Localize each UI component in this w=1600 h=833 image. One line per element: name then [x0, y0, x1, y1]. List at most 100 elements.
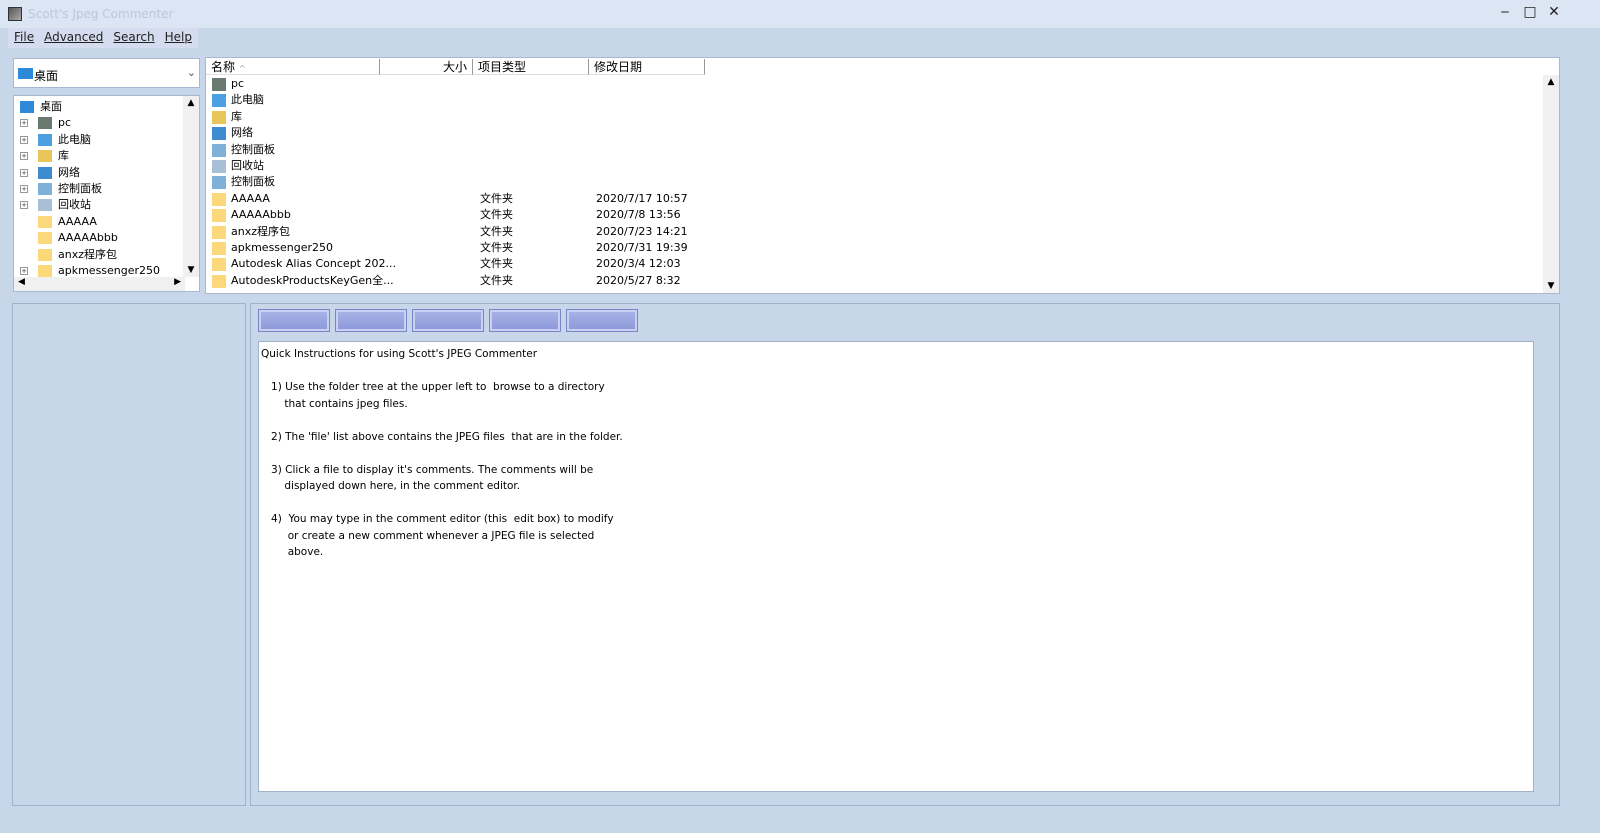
- control-panel-icon: [38, 183, 52, 195]
- file-row[interactable]: 此电脑: [206, 92, 1546, 108]
- file-row[interactable]: apkmessenger250 文件夹 2020/7/31 19:39: [206, 240, 1546, 256]
- file-name: anxz程序包: [231, 224, 290, 238]
- file-type: 文件夹: [480, 273, 513, 287]
- tree-item-label: AAAAA: [58, 214, 97, 228]
- file-date: 2020/3/4 12:03: [596, 257, 681, 271]
- recycle-bin-icon: [38, 199, 52, 212]
- column-header-size[interactable]: 大小: [380, 59, 473, 75]
- expand-icon[interactable]: +: [20, 135, 28, 144]
- computer-icon: [212, 94, 226, 108]
- menu-search[interactable]: Search: [113, 28, 154, 48]
- column-header-name[interactable]: 名称 ^: [206, 59, 380, 75]
- minimize-button[interactable]: ‒: [1494, 4, 1516, 20]
- location-combo[interactable]: 桌面 ⌄: [13, 58, 200, 88]
- expand-icon[interactable]: +: [20, 185, 28, 193]
- tree-item-label: 此电脑: [58, 132, 91, 146]
- menu-file[interactable]: File: [14, 28, 34, 48]
- file-name: pc: [231, 77, 245, 90]
- file-list[interactable]: 名称 ^ 大小 项目类型 修改日期 ▲ ▼ pc 此电脑库网络 控制面板 回收站 控制面…: [205, 57, 1560, 294]
- column-label: 修改日期: [594, 60, 643, 74]
- file-row[interactable]: Autodesk Alias Concept 202... 文件夹 2020/3/4…: [206, 256, 1546, 272]
- app-icon: [8, 7, 22, 21]
- control-panel-icon: [212, 176, 226, 190]
- expand-icon[interactable]: +: [20, 201, 28, 210]
- file-row[interactable]: 控制面板: [206, 174, 1546, 190]
- close-button[interactable]: ✕: [1543, 4, 1565, 20]
- file-date: 2020/7/17 10:57: [596, 191, 688, 205]
- file-name: apkmessenger250: [231, 241, 334, 254]
- file-type: 文件夹: [480, 208, 513, 222]
- sort-icon: ^: [238, 64, 246, 73]
- column-label: 名称: [211, 60, 236, 74]
- scroll-down-icon[interactable]: ▼: [183, 265, 199, 275]
- scroll-right-icon[interactable]: ▶: [174, 277, 181, 287]
- toolbar-button-2[interactable]: [335, 309, 407, 332]
- file-name: 控制面板: [231, 142, 275, 156]
- window-title: Scott's Jpeg Commenter: [28, 7, 174, 21]
- computer-icon: [38, 133, 52, 146]
- file-name: 网络: [231, 126, 253, 140]
- toolbar-button-1[interactable]: [258, 309, 330, 332]
- tree-item-label: AAAAAbbb: [58, 231, 118, 245]
- folder-icon: [38, 215, 52, 228]
- network-icon: [38, 166, 52, 179]
- file-name: AAAAA: [231, 191, 270, 205]
- file-row[interactable]: AAAAAbbb 文件夹 2020/7/8 13:56: [206, 207, 1546, 223]
- file-row[interactable]: AAAAA 文件夹 2020/7/17 10:57: [206, 191, 1546, 207]
- tree-vertical-scrollbar[interactable]: ▲ ▼: [183, 96, 199, 277]
- library-icon: [38, 150, 52, 163]
- column-label: 大小: [442, 60, 467, 74]
- title-bar: Scott's Jpeg Commenter ‒ □ ✕: [0, 0, 1600, 28]
- file-row[interactable]: anxz程序包 文件夹 2020/7/23 14:21: [206, 224, 1546, 240]
- folder-icon: [38, 265, 52, 277]
- network-icon: [212, 127, 226, 141]
- expand-icon[interactable]: +: [20, 267, 28, 275]
- folder-tree[interactable]: ▲ ▼ ◀ ▶ 桌面 + pc + 此电脑 + 库 + 网络 + 控制面板 + 回收站 AAAAA AAAA…: [13, 95, 200, 292]
- file-type: 文件夹: [480, 241, 513, 254]
- folder-icon: [38, 248, 52, 261]
- left-panel: [12, 303, 246, 806]
- file-name: Autodesk Alias Concept 202...: [231, 257, 396, 271]
- column-header-date[interactable]: 修改日期: [589, 59, 705, 75]
- file-row[interactable]: AutodeskProductsKeyGen全... 文件夹 2020/5/27 8…: [206, 273, 1546, 289]
- file-row[interactable]: 库: [206, 109, 1546, 125]
- folder-icon: [212, 258, 226, 272]
- toolbar-button-3[interactable]: [412, 309, 484, 332]
- column-label: 项目类型: [478, 60, 527, 74]
- tree-item-label: 库: [58, 149, 69, 163]
- expand-icon[interactable]: +: [20, 119, 28, 128]
- folder-icon: [212, 209, 226, 223]
- scroll-up-icon[interactable]: ▲: [183, 98, 199, 108]
- folder-icon: [212, 274, 226, 288]
- control-panel-icon: [212, 143, 226, 157]
- toolbar-button-4[interactable]: [489, 309, 561, 332]
- file-row[interactable]: 网络: [206, 125, 1546, 141]
- chevron-down-icon[interactable]: ⌄: [187, 66, 196, 79]
- file-row[interactable]: pc: [206, 76, 1546, 92]
- expand-icon[interactable]: +: [20, 152, 28, 161]
- file-row[interactable]: 控制面板: [206, 142, 1546, 158]
- toolbar-button-5[interactable]: [566, 309, 638, 332]
- comment-editor[interactable]: Quick Instructions for using Scott's JPE…: [258, 341, 1534, 792]
- recycle-bin-icon: [212, 160, 226, 173]
- file-date: 2020/7/23 14:21: [596, 224, 688, 238]
- menu-advanced[interactable]: Advanced: [44, 28, 103, 48]
- tree-item-label: 回收站: [58, 198, 91, 212]
- file-name: 回收站: [231, 159, 264, 172]
- tree-item-label: 桌面: [40, 100, 62, 113]
- scroll-left-icon[interactable]: ◀: [18, 277, 25, 287]
- file-row[interactable]: 回收站: [206, 158, 1546, 174]
- menu-help[interactable]: Help: [165, 28, 192, 48]
- tree-horizontal-scrollbar[interactable]: ◀ ▶: [14, 277, 185, 291]
- desktop-icon: [20, 101, 34, 113]
- tree-item-label: 网络: [58, 165, 80, 179]
- folder-icon: [212, 192, 226, 206]
- folder-icon: [212, 242, 226, 255]
- expand-icon[interactable]: +: [20, 168, 28, 177]
- tree-item-label: 控制面板: [58, 182, 102, 195]
- file-date: 2020/7/8 13:56: [596, 208, 681, 222]
- user-icon: [212, 78, 226, 91]
- column-header-type[interactable]: 项目类型: [473, 59, 589, 75]
- maximize-button[interactable]: □: [1519, 4, 1541, 20]
- library-icon: [212, 110, 226, 124]
